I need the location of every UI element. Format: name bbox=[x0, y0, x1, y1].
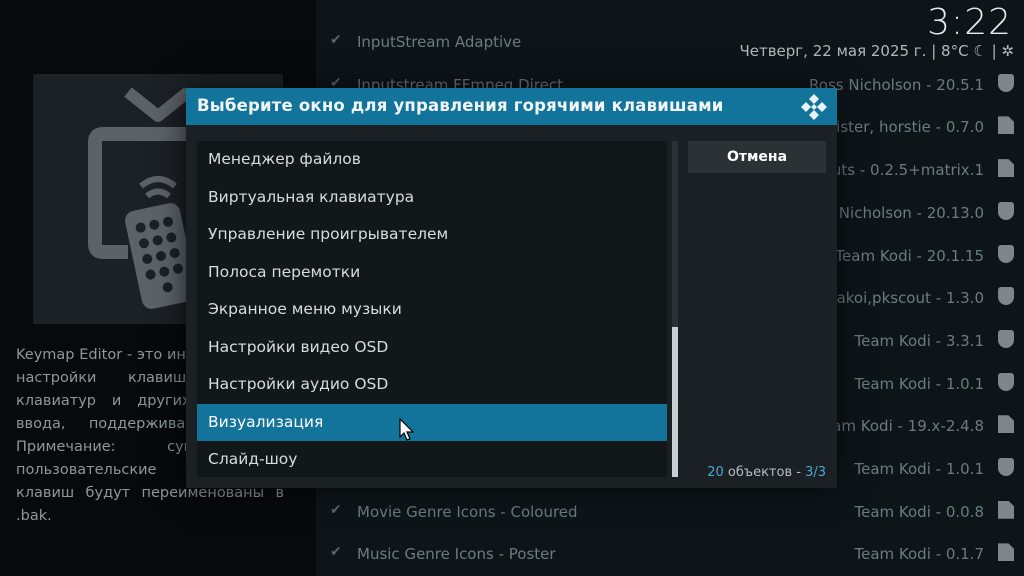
window-list-item-label: Управление проигрывателем bbox=[208, 225, 449, 243]
window-list-item-label: Виртуальная клавиатура bbox=[208, 187, 415, 206]
cancel-button[interactable]: Отмена bbox=[688, 141, 826, 173]
shield-icon bbox=[998, 329, 1014, 348]
date-weather: Четверг, 22 мая 2025 г. | 8°C ☾ | ✲ bbox=[739, 42, 1014, 60]
document-icon bbox=[998, 543, 1014, 562]
check-icon: ✔ bbox=[330, 501, 342, 518]
check-icon: ✔ bbox=[330, 544, 342, 561]
addon-author-version: Team Kodi - 0.1.7 bbox=[854, 545, 985, 564]
date-weather-text: Четверг, 22 мая 2025 г. | 8°C bbox=[739, 42, 969, 60]
window-list-item[interactable]: Виртуальная клавиатура bbox=[197, 179, 667, 216]
window-list-item[interactable]: Экранное меню музыки bbox=[197, 291, 667, 328]
addon-author-version: Team Kodi - 0.0.8 bbox=[854, 502, 985, 521]
window-list-item-label: Слайд-шоу bbox=[208, 450, 298, 468]
shield-icon bbox=[998, 201, 1014, 220]
divider: | bbox=[991, 42, 997, 60]
addon-name: Movie Genre Icons - Coloured bbox=[357, 502, 578, 521]
shield-icon bbox=[998, 458, 1014, 476]
weather-icon: ✲ bbox=[1001, 42, 1014, 60]
window-list-item-label: Менеджер файлов bbox=[208, 150, 361, 168]
background-list-item[interactable]: ✔ Music Genre Icons - Poster Team Kodi - 0… bbox=[316, 534, 1024, 576]
document-icon bbox=[998, 415, 1014, 434]
document-icon bbox=[998, 116, 1014, 135]
addon-author-version: Team Kodi - 3.3.1 bbox=[854, 331, 985, 350]
window-list-item[interactable]: Управление проигрывателем bbox=[197, 216, 667, 253]
kodi-logo-icon bbox=[801, 94, 827, 120]
page-indicator: 3/3 bbox=[805, 465, 826, 480]
keymap-window-select-dialog: Выберите окно для управления горячими кл… bbox=[186, 88, 837, 488]
shield-icon bbox=[998, 73, 1014, 92]
shield-icon bbox=[998, 372, 1014, 391]
addon-name: Music Genre Icons - Poster bbox=[357, 545, 556, 564]
clock: 3:22 bbox=[927, 2, 1012, 43]
window-list-item-label: Настройки аудио OSD bbox=[208, 375, 389, 393]
window-list-item[interactable]: Настройки видео OSD bbox=[197, 329, 667, 366]
document-icon bbox=[998, 500, 1014, 519]
addon-author-version: takoi,pkscout - 1.3.0 bbox=[830, 289, 984, 308]
item-count-number: 20 bbox=[707, 465, 724, 480]
addon-author-version: Team Kodi - 1.0.1 bbox=[854, 460, 985, 478]
moon-icon: ☾ bbox=[973, 42, 987, 60]
window-list-item[interactable]: Настройки аудио OSD bbox=[197, 366, 667, 403]
addon-name: InputStream Adaptive bbox=[357, 33, 522, 51]
check-icon: ✔ bbox=[330, 32, 342, 48]
list-scrollbar[interactable] bbox=[672, 141, 678, 477]
shield-icon bbox=[998, 287, 1014, 306]
addon-author-version: Team Kodi - 1.0.1 bbox=[854, 374, 985, 393]
window-list-item-label: Визуализация bbox=[208, 412, 324, 431]
window-list-item-label: Экранное меню музыки bbox=[208, 300, 402, 318]
background-list-item[interactable]: ✔ Movie Genre Icons - Coloured Team Kodi -… bbox=[316, 492, 1024, 534]
item-count: 20 объектов - 3/3 bbox=[707, 465, 826, 480]
window-list-item[interactable]: Слайд-шоу bbox=[197, 441, 667, 478]
document-icon bbox=[998, 159, 1014, 178]
shield-icon bbox=[998, 244, 1014, 263]
window-list-item[interactable]: Полоса перемотки bbox=[197, 254, 667, 291]
addon-author-version: Team Kodi - 20.1.15 bbox=[835, 246, 984, 265]
window-list-item[interactable]: Менеджер файлов bbox=[197, 141, 667, 178]
scrollbar-thumb[interactable] bbox=[672, 327, 678, 477]
window-list-item-label: Полоса перемотки bbox=[208, 262, 361, 281]
window-list: Менеджер файлов Виртуальная клавиатура Упр… bbox=[197, 141, 667, 477]
mouse-cursor-icon bbox=[399, 418, 415, 441]
dialog-title: Выберите окно для управления горячими кл… bbox=[197, 96, 724, 115]
window-list-item[interactable]: Визуализация bbox=[197, 403, 667, 441]
window-list-item-label: Настройки видео OSD bbox=[208, 337, 389, 356]
item-count-label: объектов - bbox=[723, 465, 806, 480]
dialog-header: Выберите окно для управления горячими кл… bbox=[186, 88, 837, 125]
